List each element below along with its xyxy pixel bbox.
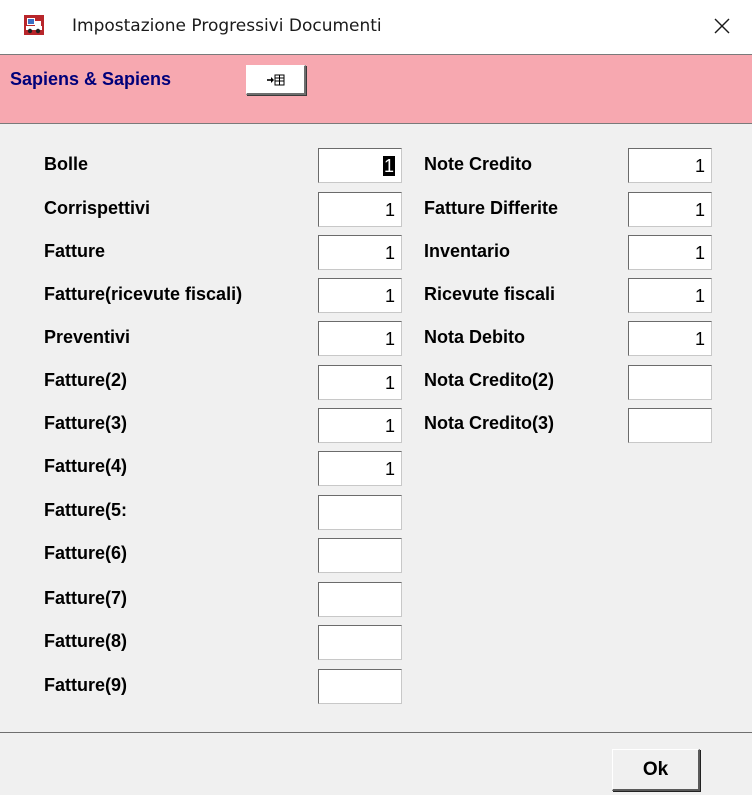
field-nota-credito-3[interactable]	[628, 408, 712, 443]
label-inventario: Inventario	[424, 241, 511, 261]
label-nota-credito-3: Nota Credito(3)	[424, 413, 554, 433]
label-preventivi: Preventivi	[44, 327, 131, 347]
field-corrispettivi[interactable]: 1	[318, 192, 402, 227]
label-nota-debito: Nota Debito	[424, 327, 525, 347]
close-icon	[714, 18, 730, 34]
title-bar: Impostazione Progressivi Documenti	[0, 0, 752, 54]
field-fatture-differite[interactable]: 1	[628, 192, 712, 227]
label-fatture-6: Fatture(6)	[44, 543, 128, 563]
label-fatture-4: Fatture(4)	[44, 456, 128, 476]
field-fatture-ricevute-fiscali[interactable]: 1	[318, 278, 402, 313]
company-name: Sapiens & Sapiens	[10, 69, 172, 89]
label-fatture-5: Fatture(5:	[44, 500, 128, 520]
field-fatture-4[interactable]: 1	[318, 451, 402, 486]
footer-divider	[0, 732, 752, 733]
field-nota-debito[interactable]: 1	[628, 321, 712, 356]
field-fatture-2[interactable]: 1	[318, 365, 402, 400]
label-ricevute-fiscali: Ricevute fiscali	[424, 284, 556, 304]
field-fatture[interactable]: 1	[318, 235, 402, 270]
field-inventario[interactable]: 1	[628, 235, 712, 270]
import-to-grid-icon	[266, 74, 284, 85]
label-bolle: Bolle	[44, 154, 89, 174]
label-fatture-differite: Fatture Differite	[424, 198, 559, 218]
label-fatture-9: Fatture(9)	[44, 675, 128, 695]
window-title: Impostazione Progressivi Documenti	[72, 16, 382, 36]
label-fatture: Fatture	[44, 241, 106, 261]
close-button[interactable]	[700, 6, 744, 46]
field-ricevute-fiscali[interactable]: 1	[628, 278, 712, 313]
label-fatture-ricevute-fiscali: Fatture(ricevute fiscali)	[44, 284, 243, 304]
ok-button[interactable]: Ok	[612, 749, 700, 791]
field-preventivi[interactable]: 1	[318, 321, 402, 356]
forklift-truck-icon	[24, 15, 44, 35]
field-bolle[interactable]: 1	[318, 148, 402, 183]
company-header: Sapiens & Sapiens	[0, 54, 752, 124]
label-nota-credito-2: Nota Credito(2)	[424, 370, 554, 390]
field-fatture-5[interactable]	[318, 495, 402, 530]
label-corrispettivi: Corrispettivi	[44, 198, 151, 218]
import-button[interactable]	[246, 65, 306, 95]
label-note-credito: Note Credito	[424, 154, 532, 174]
field-fatture-6[interactable]	[318, 538, 402, 573]
field-fatture-7[interactable]	[318, 582, 402, 617]
label-fatture-7: Fatture(7)	[44, 588, 128, 608]
field-note-credito[interactable]: 1	[628, 148, 712, 183]
label-fatture-3: Fatture(3)	[44, 413, 128, 433]
field-fatture-3[interactable]: 1	[318, 408, 402, 443]
field-fatture-8[interactable]	[318, 625, 402, 660]
label-fatture-2: Fatture(2)	[44, 370, 128, 390]
field-fatture-9[interactable]	[318, 669, 402, 704]
field-nota-credito-2[interactable]	[628, 365, 712, 400]
label-fatture-8: Fatture(8)	[44, 631, 128, 651]
field-bolle-value: 1	[382, 156, 395, 176]
